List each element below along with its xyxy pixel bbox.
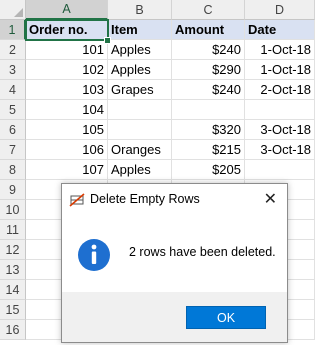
table-cell[interactable]: Apples — [108, 40, 172, 60]
table-cell[interactable]: 3-Oct-18 — [245, 120, 315, 140]
row-header-9[interactable]: 9 — [0, 180, 26, 200]
delete-rows-icon — [69, 193, 85, 207]
table-cell[interactable] — [108, 100, 172, 120]
table-cell[interactable]: $290 — [172, 60, 245, 80]
dialog-message: 2 rows have been deleted. — [129, 245, 276, 259]
header-cell[interactable]: Item — [108, 20, 172, 40]
table-cell[interactable]: 2-Oct-18 — [245, 80, 315, 100]
table-cell[interactable]: 104 — [26, 100, 108, 120]
row-header-3[interactable]: 3 — [0, 60, 26, 80]
table-cell[interactable]: $320 — [172, 120, 245, 140]
delete-empty-rows-dialog: Delete Empty Rows ✕ 2 rows have been del… — [61, 183, 288, 343]
row-header-1[interactable]: 1 — [0, 20, 26, 40]
table-cell[interactable]: 105 — [26, 120, 108, 140]
row-header-7[interactable]: 7 — [0, 140, 26, 160]
table-cell[interactable]: $205 — [172, 160, 245, 180]
fill-handle[interactable] — [104, 37, 111, 44]
column-header-a[interactable]: A — [26, 0, 108, 20]
table-cell[interactable] — [245, 160, 315, 180]
table-cell[interactable]: 1-Oct-18 — [245, 60, 315, 80]
table-cell[interactable]: $215 — [172, 140, 245, 160]
table-cell[interactable]: Grapes — [108, 80, 172, 100]
table-cell[interactable]: 107 — [26, 160, 108, 180]
close-icon[interactable]: ✕ — [264, 189, 277, 209]
row-header-11[interactable]: 11 — [0, 220, 26, 240]
table-cell[interactable]: 101 — [26, 40, 108, 60]
row-header-13[interactable]: 13 — [0, 260, 26, 280]
table-cell[interactable]: $240 — [172, 40, 245, 60]
info-icon — [78, 239, 110, 271]
table-cell[interactable] — [108, 120, 172, 140]
table-cell[interactable]: 1-Oct-18 — [245, 40, 315, 60]
header-cell[interactable]: Amount — [172, 20, 245, 40]
active-cell-cursor — [25, 19, 109, 41]
table-cell[interactable] — [245, 100, 315, 120]
column-header-d[interactable]: D — [245, 0, 315, 20]
select-all-corner[interactable] — [0, 0, 26, 20]
dialog-title: Delete Empty Rows — [90, 192, 200, 206]
dialog-titlebar: Delete Empty Rows ✕ — [62, 184, 287, 216]
row-header-10[interactable]: 10 — [0, 200, 26, 220]
table-cell[interactable]: 102 — [26, 60, 108, 80]
table-cell[interactable]: Apples — [108, 160, 172, 180]
row-header-14[interactable]: 14 — [0, 280, 26, 300]
table-cell[interactable]: $240 — [172, 80, 245, 100]
table-cell[interactable]: Oranges — [108, 140, 172, 160]
row-header-6[interactable]: 6 — [0, 120, 26, 140]
column-header-b[interactable]: B — [108, 0, 172, 20]
row-header-2[interactable]: 2 — [0, 40, 26, 60]
row-header-15[interactable]: 15 — [0, 300, 26, 320]
column-header-c[interactable]: C — [172, 0, 245, 20]
table-cell[interactable] — [172, 100, 245, 120]
table-cell[interactable]: 103 — [26, 80, 108, 100]
row-header-16[interactable]: 16 — [0, 320, 26, 340]
ok-button[interactable]: OK — [186, 306, 266, 329]
row-header-8[interactable]: 8 — [0, 160, 26, 180]
row-header-5[interactable]: 5 — [0, 100, 26, 120]
table-cell[interactable]: 3-Oct-18 — [245, 140, 315, 160]
row-header-12[interactable]: 12 — [0, 240, 26, 260]
dialog-footer: OK — [62, 292, 287, 342]
table-cell[interactable]: Apples — [108, 60, 172, 80]
table-cell[interactable]: 106 — [26, 140, 108, 160]
header-cell[interactable]: Date — [245, 20, 315, 40]
row-header-4[interactable]: 4 — [0, 80, 26, 100]
